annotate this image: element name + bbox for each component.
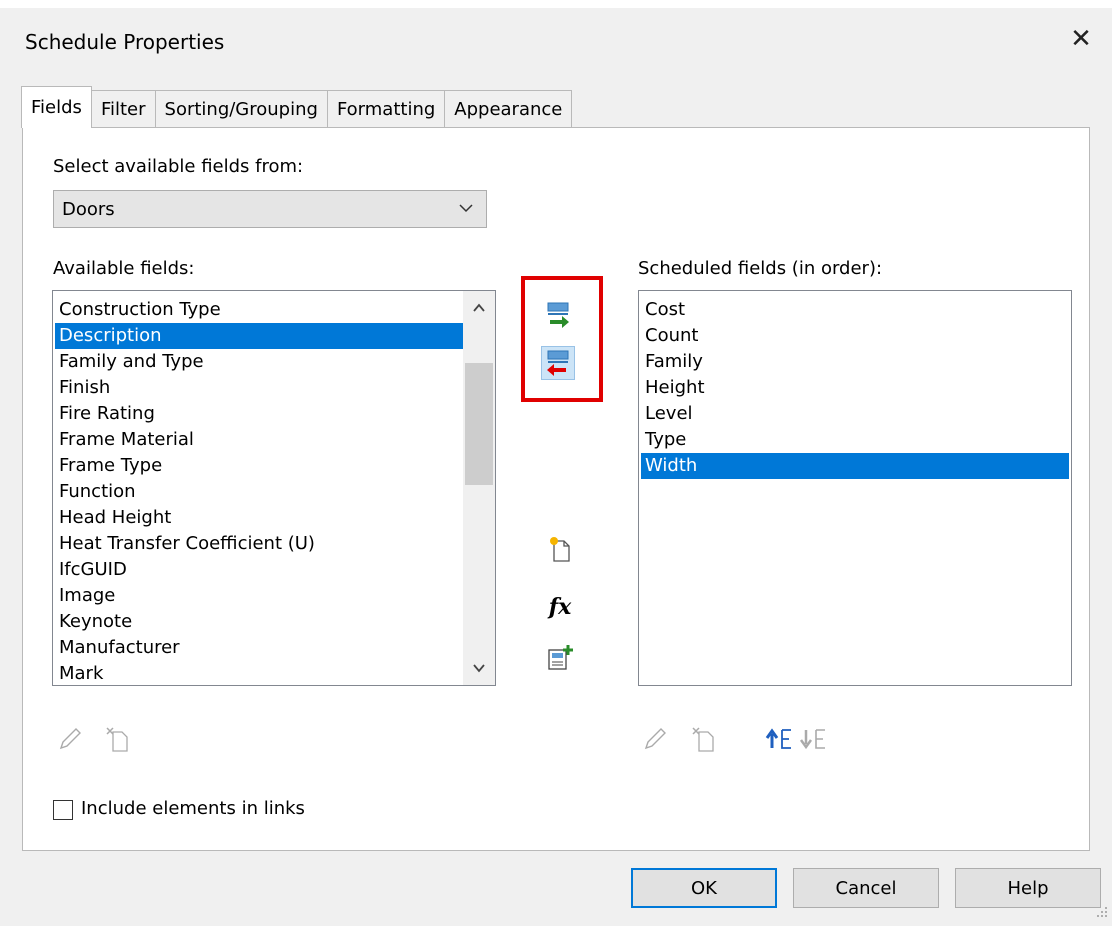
calculated-value-button[interactable]: fx — [543, 590, 577, 624]
resize-grip-icon[interactable] — [1096, 906, 1108, 918]
close-icon: ✕ — [1070, 24, 1092, 54]
available-field-item[interactable]: Description — [55, 323, 463, 349]
available-field-item[interactable]: Function — [55, 479, 463, 505]
available-field-item[interactable]: Finish — [55, 375, 463, 401]
scheduled-field-item[interactable]: Cost — [641, 297, 1069, 323]
combine-parameters-icon — [548, 645, 573, 670]
scheduled-fields-list[interactable]: Cost Count Family Height Level Type Width — [638, 290, 1072, 686]
source-category-select[interactable]: Doors — [53, 190, 487, 228]
cancel-button[interactable]: Cancel — [793, 868, 939, 908]
available-field-item[interactable]: Keynote — [55, 609, 463, 635]
scheduled-field-item[interactable]: Count — [641, 323, 1069, 349]
help-button[interactable]: Help — [955, 868, 1101, 908]
include-links-label: Include elements in links — [81, 798, 305, 819]
available-field-item[interactable]: IfcGUID — [55, 557, 463, 583]
fields-panel: Select available fields from: Doors Avai… — [22, 127, 1090, 851]
chevron-down-icon — [459, 204, 473, 213]
delete-parameter-icon — [692, 727, 714, 752]
ok-button[interactable]: OK — [631, 868, 777, 908]
source-label: Select available fields from: — [53, 156, 304, 177]
pencil-icon — [644, 728, 666, 750]
available-fields-items: Construction Type Description Family and T… — [55, 297, 463, 685]
schedule-properties-dialog: Schedule Properties ✕ Fields Filter Sort… — [0, 0, 1112, 934]
close-button[interactable]: ✕ — [1064, 22, 1098, 56]
tab-filter[interactable]: Filter — [90, 90, 156, 128]
combine-parameters-button[interactable] — [543, 640, 577, 674]
available-fields-label: Available fields: — [53, 258, 195, 279]
scroll-down-arrow[interactable] — [463, 653, 495, 683]
chevron-up-icon — [473, 303, 485, 312]
available-field-item[interactable]: Fire Rating — [55, 401, 463, 427]
scheduled-field-item[interactable]: Type — [641, 427, 1069, 453]
pencil-icon — [59, 728, 81, 750]
top-edge — [0, 0, 1112, 8]
move-down-icon — [799, 729, 825, 750]
bottom-edge — [0, 926, 1112, 934]
scheduled-field-item[interactable]: Width — [641, 453, 1069, 479]
fx-calculated-value-icon: fx — [548, 594, 572, 620]
chevron-down-icon — [473, 664, 485, 673]
scroll-thumb[interactable] — [465, 363, 493, 485]
edit-available-button[interactable] — [53, 722, 87, 756]
include-links-checkbox[interactable] — [53, 800, 73, 820]
delete-parameter-icon — [106, 727, 128, 752]
source-category-value: Doors — [62, 198, 115, 220]
available-field-item[interactable]: Heat Transfer Coefficient (U) — [55, 531, 463, 557]
new-parameter-icon — [550, 537, 570, 562]
move-up-button[interactable] — [763, 722, 797, 756]
scroll-up-arrow[interactable] — [463, 293, 495, 323]
available-field-item[interactable]: Head Height — [55, 505, 463, 531]
available-field-item[interactable]: Image — [55, 583, 463, 609]
add-remove-highlight — [521, 276, 603, 402]
available-field-item[interactable]: Frame Type — [55, 453, 463, 479]
available-field-item[interactable]: Frame Material — [55, 427, 463, 453]
available-field-item[interactable]: Mark — [55, 661, 463, 685]
delete-available-button[interactable] — [101, 722, 135, 756]
available-fields-list[interactable]: Construction Type Description Family and T… — [52, 290, 496, 686]
tab-appearance[interactable]: Appearance — [444, 90, 573, 128]
tab-strip: Fields Filter Sorting/Grouping Formattin… — [21, 86, 573, 128]
new-parameter-button[interactable] — [543, 532, 577, 566]
delete-scheduled-button[interactable] — [687, 722, 721, 756]
move-up-icon — [765, 728, 791, 749]
available-field-item[interactable]: Family and Type — [55, 349, 463, 375]
scheduled-fields-label: Scheduled fields (in order): — [638, 258, 883, 279]
edit-scheduled-button[interactable] — [638, 722, 672, 756]
dialog-title: Schedule Properties — [25, 30, 225, 54]
available-field-item[interactable]: Manufacturer — [55, 635, 463, 661]
tab-sorting-grouping[interactable]: Sorting/Grouping — [154, 90, 328, 128]
scheduled-field-item[interactable]: Height — [641, 375, 1069, 401]
move-down-button[interactable] — [797, 722, 831, 756]
available-fields-scrollbar[interactable] — [463, 291, 495, 685]
available-field-item[interactable]: Construction Type — [55, 297, 463, 323]
scheduled-field-item[interactable]: Level — [641, 401, 1069, 427]
scheduled-fields-items: Cost Count Family Height Level Type Width — [641, 297, 1069, 479]
tab-fields[interactable]: Fields — [21, 86, 92, 128]
tab-formatting[interactable]: Formatting — [326, 90, 446, 128]
scheduled-field-item[interactable]: Family — [641, 349, 1069, 375]
